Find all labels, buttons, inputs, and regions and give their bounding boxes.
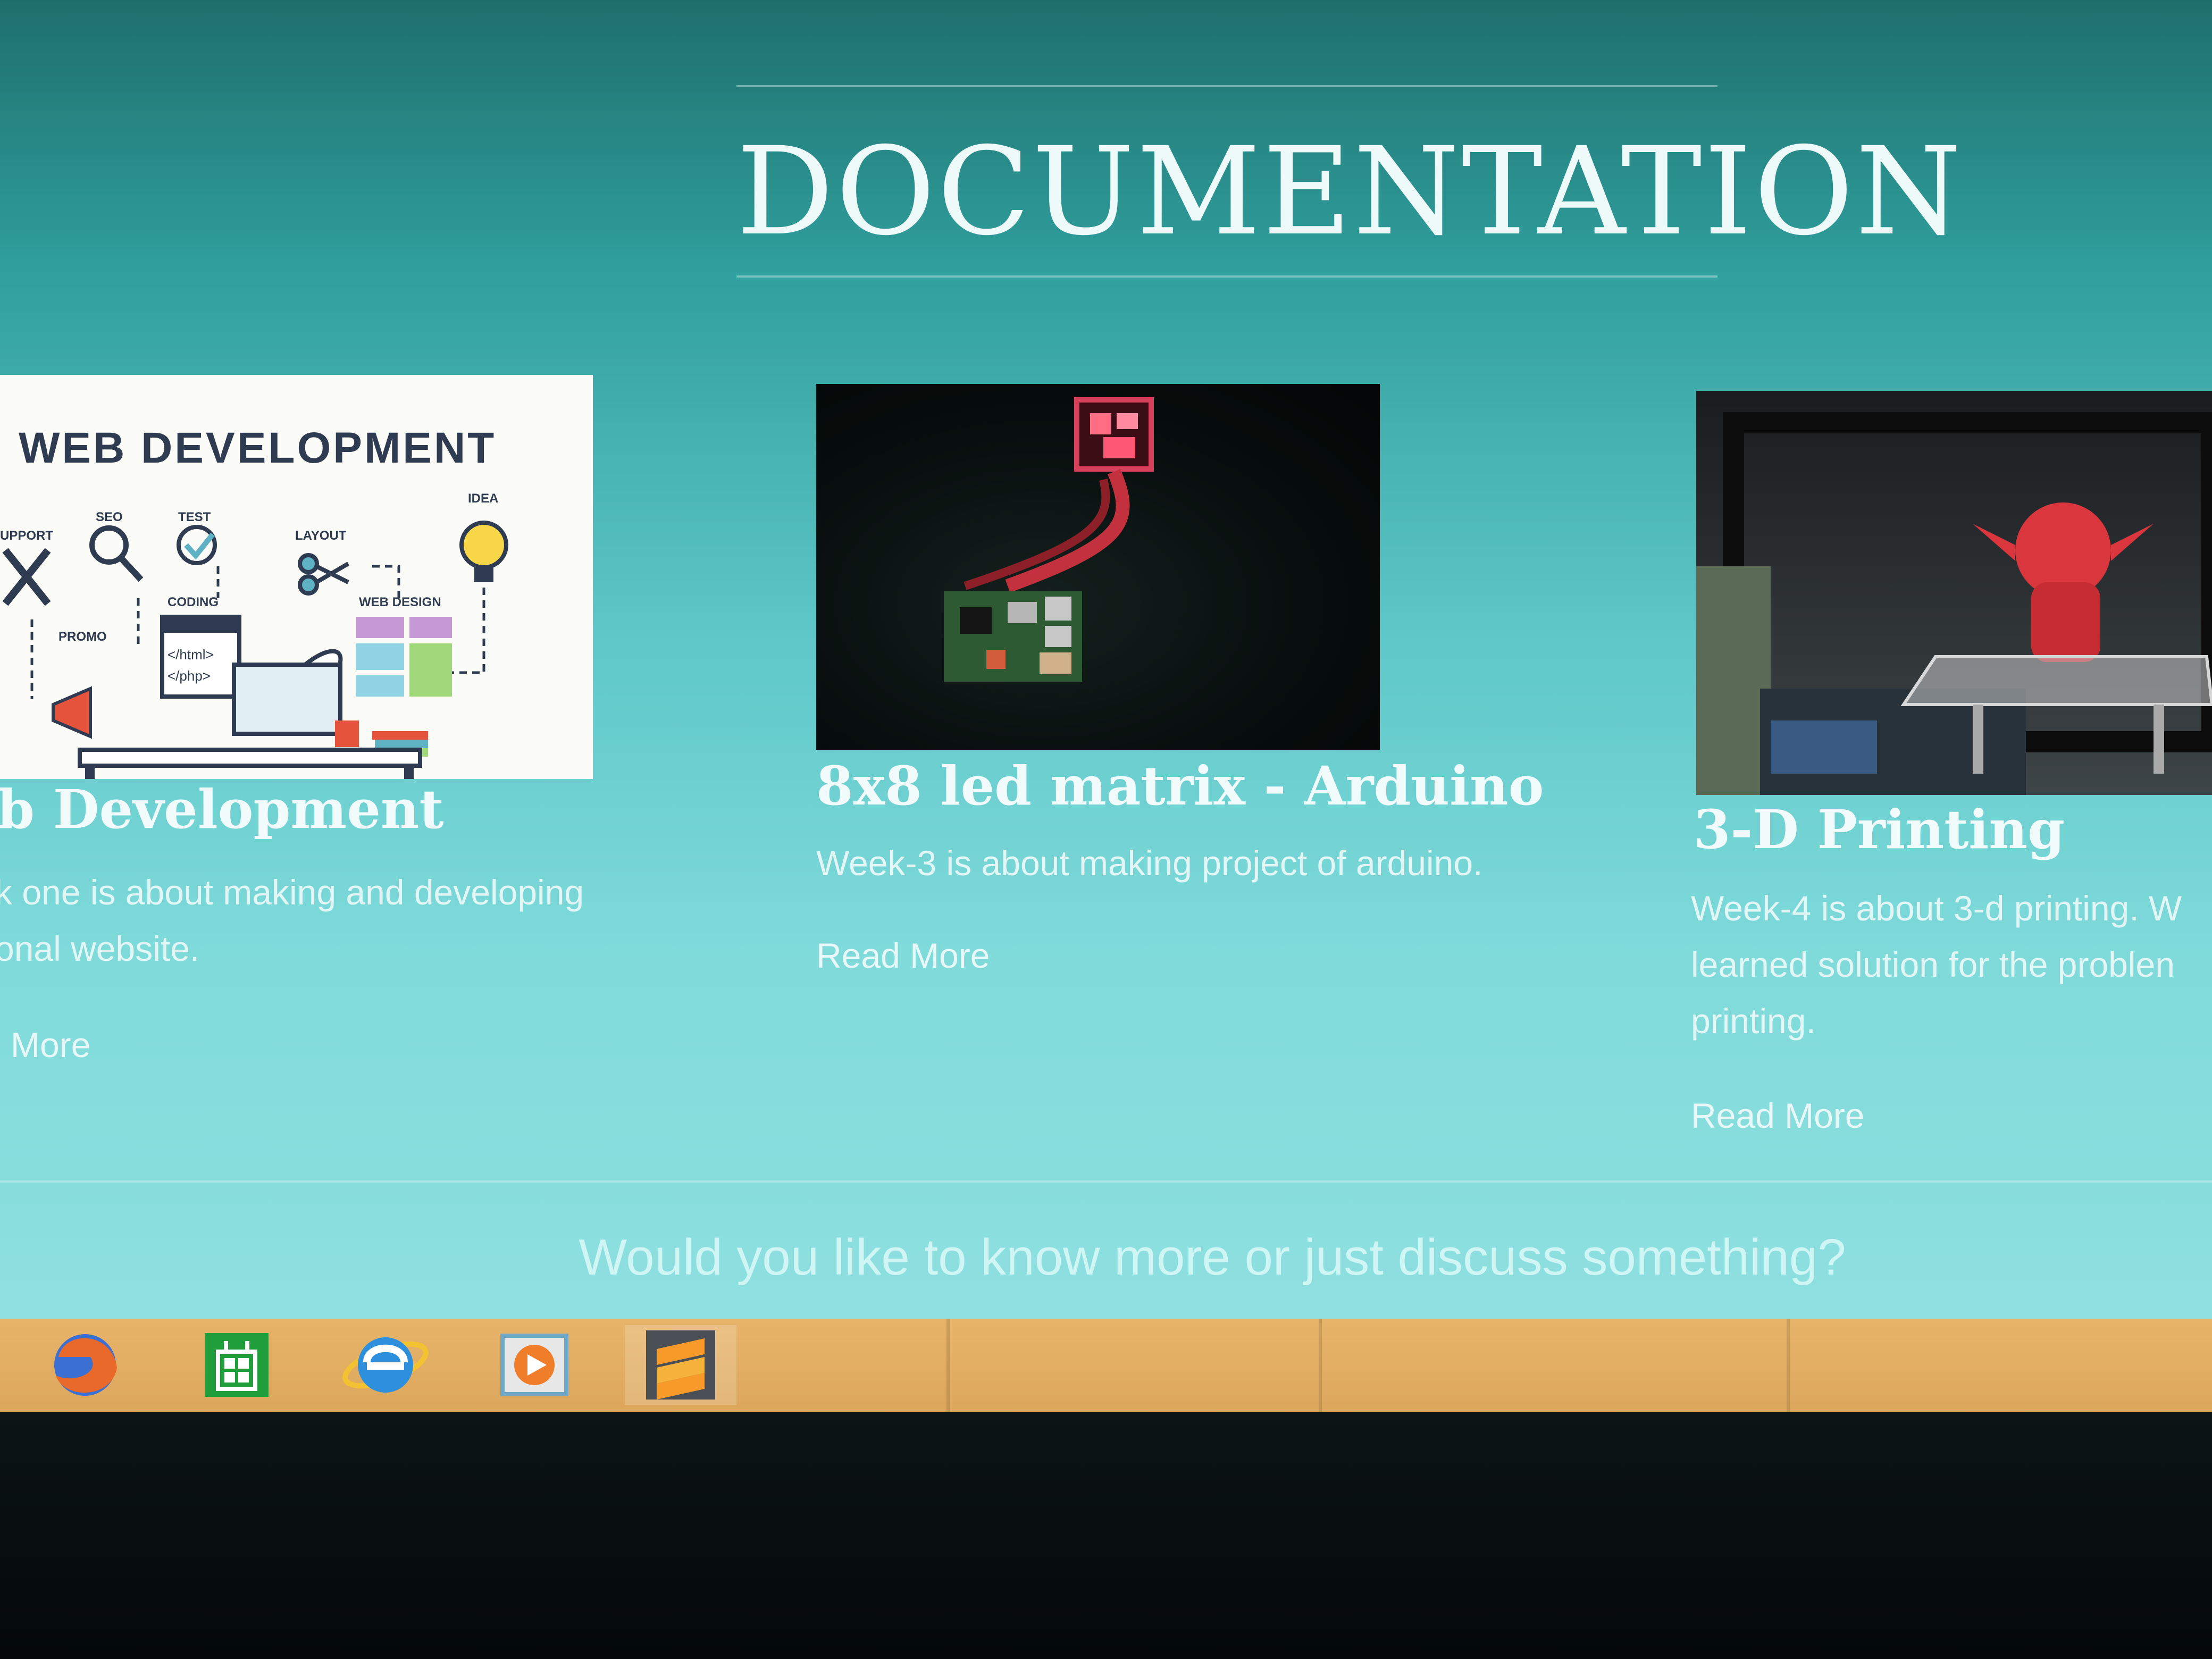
internet-explorer-icon — [342, 1337, 429, 1393]
idea-bulb-icon — [459, 521, 508, 582]
taskbar-firefox[interactable] — [27, 1325, 138, 1405]
card-desc-line3: printing. — [1691, 1001, 1816, 1041]
svg-text:LAYOUT: LAYOUT — [295, 529, 347, 543]
raspberry-pi-board-icon — [944, 591, 1082, 682]
svg-text:</html>: </html> — [167, 647, 214, 663]
svg-text:IDEA: IDEA — [468, 491, 498, 506]
card-title-web-development[interactable]: b Development — [0, 777, 444, 841]
cup-icon — [335, 720, 359, 747]
monitor-icon — [232, 663, 342, 736]
card-title-3d-printing[interactable]: 3-D Printing — [1694, 798, 2065, 861]
taskbar-sublime-text[interactable] — [625, 1325, 736, 1405]
coding-window-icon: </html> </php> — [160, 615, 241, 699]
print-bed — [1900, 655, 2212, 706]
svg-text:SEO: SEO — [96, 510, 123, 524]
svg-text:</php>: </php> — [167, 668, 211, 684]
firefox-icon — [54, 1334, 117, 1396]
windows-taskbar — [0, 1319, 2212, 1412]
svg-text:CODING: CODING — [167, 595, 219, 609]
promo-megaphone-icon — [52, 686, 92, 739]
taskbar-separator — [1787, 1319, 1790, 1412]
card-desc-line1: Week-4 is about 3-d printing. W — [1691, 889, 2182, 928]
browser-viewport: DOCUMENTATION WEB DEVELOPMENT UPPORT SEO… — [0, 0, 2212, 1319]
card-desc-line1: Week-3 is about making project of arduin… — [816, 843, 1483, 883]
card-desc-line1: k one is about making and developing — [0, 873, 584, 912]
svg-text:UPPORT: UPPORT — [0, 529, 53, 543]
taskbar-store[interactable] — [181, 1325, 292, 1405]
led-matrix-icon — [1074, 397, 1154, 472]
read-more-link-led-matrix[interactable]: Read More — [816, 934, 990, 977]
support-tools-icon — [2, 548, 51, 606]
layout-scissors-icon — [298, 553, 350, 596]
led-matrix-photo[interactable] — [816, 384, 1380, 750]
web-design-grid-icon — [356, 617, 452, 697]
contact-prompt: Would you like to know more or just disc… — [579, 1229, 1846, 1286]
taskbar-separator — [1319, 1319, 1322, 1412]
read-more-link-3d-printing[interactable]: Read More — [1691, 1094, 1865, 1137]
svg-text:PROMO: PROMO — [58, 630, 107, 644]
heading-bottom-rule — [736, 275, 1717, 278]
desk-icon — [78, 748, 422, 768]
card-desc-line2: learned solution for the problen — [1691, 945, 2175, 984]
page-title: DOCUMENTATION — [736, 121, 1964, 262]
3d-printer-photo[interactable] — [1696, 391, 2212, 795]
web-development-illustration[interactable]: WEB DEVELOPMENT UPPORT SEO TEST LAYOUT I… — [0, 375, 593, 779]
sublime-text-icon — [646, 1330, 715, 1400]
taskbar-media-player[interactable] — [479, 1325, 590, 1405]
seo-magnifier-icon — [89, 525, 129, 565]
store-icon — [205, 1333, 269, 1397]
contact-divider — [0, 1180, 2212, 1183]
taskbar-separator — [946, 1319, 950, 1412]
monitor-bezel — [0, 1412, 2212, 1659]
illustration-title: WEB DEVELOPMENT — [19, 424, 496, 472]
card-title-led-matrix[interactable]: 8x8 led matrix - Arduino — [816, 754, 1544, 818]
media-player-icon — [500, 1334, 568, 1396]
read-more-link-web-development[interactable]: More — [11, 1024, 90, 1066]
taskbar-internet-explorer[interactable] — [330, 1325, 441, 1405]
card-desc-line2: onal website. — [0, 929, 200, 968]
svg-text:TEST: TEST — [178, 510, 211, 524]
yoda-print-icon — [1973, 502, 2154, 662]
heading-top-rule — [736, 85, 1717, 87]
